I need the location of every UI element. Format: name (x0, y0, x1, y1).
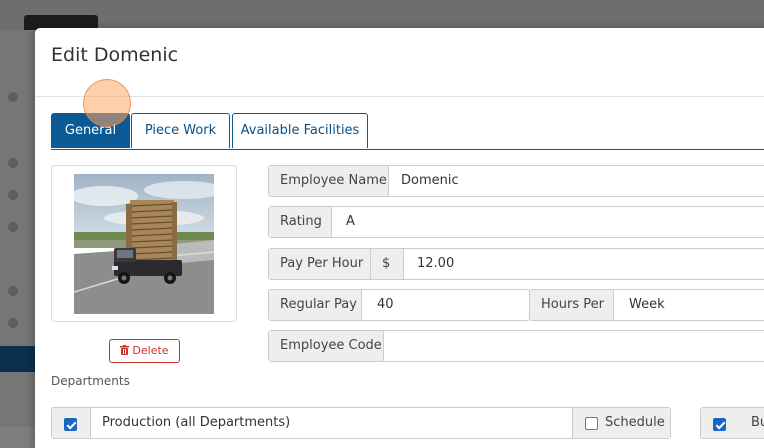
modal-title: Edit Domenic (51, 44, 179, 66)
departments-label: Departments (51, 374, 130, 388)
employee-photo (74, 174, 214, 314)
employee-code-input[interactable] (397, 331, 764, 361)
department-checkbox-cell (701, 408, 740, 438)
background-header (0, 0, 764, 30)
tab-bar: General Piece Work Available Facilities (51, 113, 764, 150)
rating-input[interactable]: A (346, 207, 764, 237)
department-row-partial: Bu (700, 407, 764, 439)
department-partial-label: Bu (739, 408, 764, 438)
edit-employee-modal: Edit Domenic General Piece Work Availabl… (35, 28, 764, 448)
rating-group: Rating A (268, 206, 764, 238)
delete-label: Delete (132, 344, 169, 357)
employee-code-label: Employee Code (269, 331, 384, 361)
sidebar-icon (8, 92, 18, 102)
regular-pay-group: Regular Pay 40 (268, 289, 530, 321)
regular-pay-input[interactable]: 40 (377, 290, 517, 320)
background-sidebar-active-item (0, 346, 36, 372)
department-name: Production (all Departments) (102, 415, 291, 430)
employee-name-group: Employee Name Domenic (268, 165, 764, 197)
pay-per-hour-group: Pay Per Hour $ 12.00 (268, 248, 764, 280)
schedule-addon: Schedule (572, 408, 670, 438)
employee-photo-box (51, 165, 237, 322)
pay-per-hour-input[interactable]: 12.00 (417, 249, 764, 279)
tab-piece-work[interactable]: Piece Work (131, 113, 230, 148)
employee-code-group: Employee Code (268, 330, 764, 362)
sidebar-icon (8, 190, 18, 200)
department-checkbox[interactable] (713, 418, 726, 431)
tab-available-facilities[interactable]: Available Facilities (232, 113, 368, 148)
department-checkbox-cell (52, 408, 91, 438)
schedule-checkbox[interactable] (585, 417, 598, 430)
schedule-label: Schedule (605, 415, 665, 430)
employee-name-label: Employee Name (269, 166, 389, 196)
employee-name-input[interactable]: Domenic (401, 166, 764, 196)
modal-header-divider (35, 96, 764, 97)
sidebar-icon (8, 222, 18, 232)
sidebar-icon (8, 158, 18, 168)
hours-per-select[interactable]: Week (629, 290, 764, 320)
sidebar-icon (8, 318, 18, 328)
department-row: Production (all Departments) Schedule (51, 407, 671, 439)
trash-icon (120, 345, 130, 355)
hours-per-group: Hours Per Week (529, 289, 764, 321)
department-checkbox[interactable] (64, 418, 77, 431)
photo-pickup-truck-with-pallets (74, 174, 214, 314)
regular-pay-label: Regular Pay (269, 290, 362, 320)
rating-label: Rating (269, 207, 332, 237)
pay-per-hour-label: Pay Per Hour (269, 249, 371, 279)
hours-per-label: Hours Per (530, 290, 614, 320)
currency-symbol: $ (371, 249, 404, 279)
sidebar-icon (8, 286, 18, 296)
tab-general[interactable]: General (51, 113, 130, 148)
delete-photo-button[interactable]: Delete (109, 339, 180, 363)
